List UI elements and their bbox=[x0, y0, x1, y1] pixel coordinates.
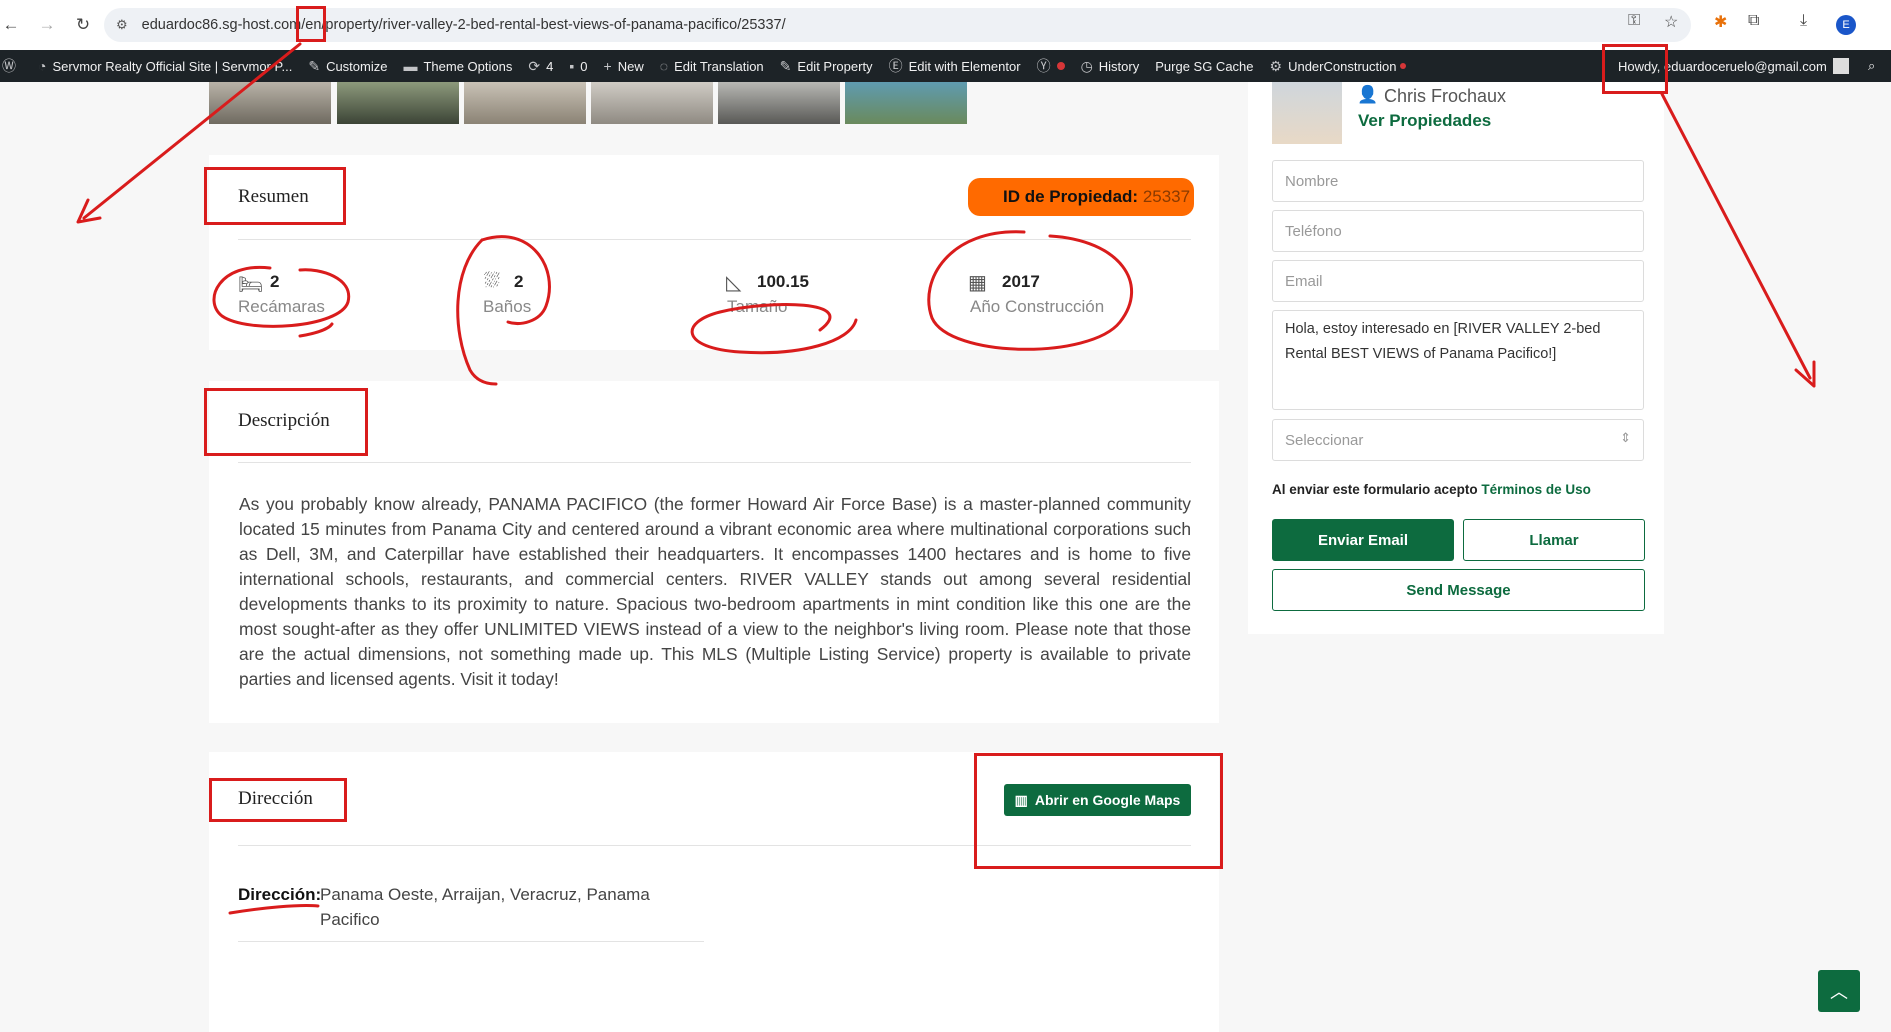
annotation-scribble bbox=[690, 303, 858, 355]
annotation-arrow bbox=[82, 42, 302, 220]
annotation-overlay bbox=[76, 42, 1816, 915]
annotation-arrow bbox=[1660, 92, 1812, 380]
annotation-scribble bbox=[212, 265, 351, 328]
annotation-scribble bbox=[480, 235, 551, 325]
annotation-underline bbox=[228, 903, 320, 915]
annotation-scribble bbox=[927, 230, 1133, 351]
annotation-arrow-head bbox=[76, 198, 102, 224]
annotation-scribble bbox=[298, 322, 334, 338]
annotation-scribble bbox=[456, 238, 498, 386]
